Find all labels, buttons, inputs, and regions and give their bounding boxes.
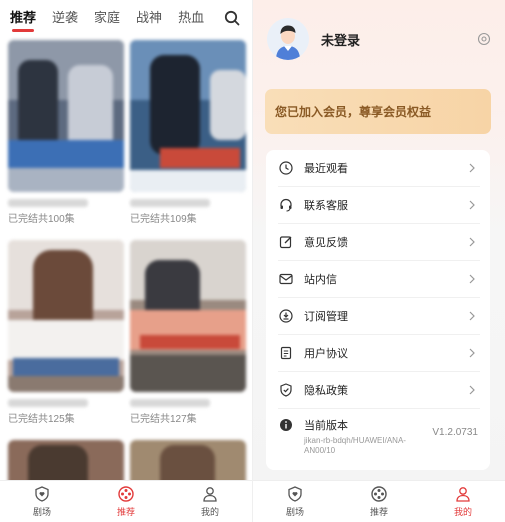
headset-icon bbox=[278, 197, 294, 213]
drama-title-blurred bbox=[8, 199, 88, 207]
drama-card[interactable]: 已完结共109集 bbox=[130, 40, 246, 225]
nav-theater[interactable]: 剧场 bbox=[253, 481, 337, 522]
document-icon bbox=[278, 345, 294, 361]
version-detail: jikan-rb-bdqh/HUAWEI/ANA-AN00/10 bbox=[304, 436, 406, 455]
subscribe-icon bbox=[278, 308, 294, 324]
home-screen: 推荐 逆袭 家庭 战神 热血 已完结共100集 已完结共109集 已完结共125… bbox=[0, 0, 252, 522]
nav-mine-label: 我的 bbox=[453, 507, 472, 517]
nav-recommend[interactable]: 推荐 bbox=[84, 481, 168, 522]
version-label: 当前版本 bbox=[304, 420, 348, 432]
menu-privacy-policy[interactable]: 隐私政策 bbox=[278, 372, 480, 409]
drama-card[interactable]: 已完结共127集 bbox=[130, 240, 246, 425]
drama-card[interactable]: 已完结共100集 bbox=[8, 40, 124, 225]
drama-thumbnail bbox=[130, 240, 246, 392]
tab-counterattack[interactable]: 逆袭 bbox=[52, 0, 78, 36]
category-tabs: 推荐 逆袭 家庭 战神 热血 bbox=[0, 0, 252, 36]
tab-war-god[interactable]: 战神 bbox=[136, 0, 162, 36]
clock-icon bbox=[278, 160, 294, 176]
avatar[interactable] bbox=[267, 18, 309, 60]
tab-family[interactable]: 家庭 bbox=[94, 0, 120, 36]
menu-inbox[interactable]: 站内信 bbox=[278, 261, 480, 298]
member-banner[interactable]: 您已加入会员，尊享会员权益 bbox=[265, 89, 491, 134]
menu-label: 意见反馈 bbox=[304, 237, 348, 249]
nav-recommend-label: 推荐 bbox=[369, 507, 388, 517]
nav-mine-label: 我的 bbox=[200, 507, 219, 517]
shield-heart-icon bbox=[288, 486, 302, 502]
mail-icon bbox=[278, 271, 294, 287]
nav-recommend-label: 推荐 bbox=[116, 507, 135, 517]
nav-theater[interactable]: 剧场 bbox=[0, 481, 84, 522]
info-icon bbox=[278, 417, 294, 433]
shield-heart-icon bbox=[35, 486, 49, 502]
profile-header[interactable]: 未登录 bbox=[267, 18, 360, 60]
default-avatar-icon bbox=[267, 18, 309, 60]
drama-title-blurred bbox=[130, 199, 210, 207]
bottom-nav: 剧场 推荐 我的 bbox=[0, 480, 252, 522]
menu-current-version[interactable]: 当前版本 jikan-rb-bdqh/HUAWEI/ANA-AN00/10 V1… bbox=[278, 409, 480, 459]
nav-theater-label: 剧场 bbox=[32, 507, 51, 517]
menu-label: 用户协议 bbox=[304, 348, 348, 360]
menu-subscription[interactable]: 订阅管理 bbox=[278, 298, 480, 335]
chevron-right-icon bbox=[469, 274, 475, 284]
chevron-right-icon bbox=[469, 348, 475, 358]
episode-count: 已完结共100集 bbox=[8, 214, 75, 225]
chevron-right-icon bbox=[469, 237, 475, 247]
username[interactable]: 未登录 bbox=[321, 30, 360, 49]
shield-check-icon bbox=[278, 382, 294, 398]
version-info: 当前版本 jikan-rb-bdqh/HUAWEI/ANA-AN00/10 bbox=[304, 417, 414, 456]
version-number: V1.2.0731 bbox=[432, 427, 478, 438]
nav-mine[interactable]: 我的 bbox=[168, 481, 252, 522]
drama-card[interactable]: 已完结共125集 bbox=[8, 240, 124, 425]
member-banner-text: 您已加入会员，尊享会员权益 bbox=[275, 105, 432, 119]
user-icon bbox=[456, 487, 470, 502]
chevron-right-icon bbox=[469, 385, 475, 395]
menu-recent-watch[interactable]: 最近观看 bbox=[278, 150, 480, 187]
tab-hot-blood[interactable]: 热血 bbox=[178, 0, 204, 36]
film-reel-icon bbox=[371, 486, 387, 502]
search-icon[interactable] bbox=[224, 10, 240, 26]
film-reel-icon bbox=[118, 486, 134, 502]
profile-screen: 未登录 您已加入会员，尊享会员权益 最近观看 联系客服 意见反馈 站内信 订阅管… bbox=[253, 0, 505, 522]
chevron-right-icon bbox=[469, 311, 475, 321]
settings-icon[interactable] bbox=[477, 32, 491, 46]
menu-label: 订阅管理 bbox=[304, 311, 348, 323]
drama-thumbnail bbox=[8, 240, 124, 392]
edit-icon bbox=[278, 234, 294, 250]
menu-label: 最近观看 bbox=[304, 163, 348, 175]
drama-title-blurred bbox=[130, 399, 210, 407]
chevron-right-icon bbox=[469, 163, 475, 173]
user-icon bbox=[203, 487, 217, 502]
drama-thumbnail bbox=[8, 40, 124, 192]
menu-feedback[interactable]: 意见反馈 bbox=[278, 224, 480, 261]
nav-theater-label: 剧场 bbox=[285, 507, 304, 517]
menu-customer-service[interactable]: 联系客服 bbox=[278, 187, 480, 224]
menu-label: 站内信 bbox=[304, 274, 337, 286]
drama-title-blurred bbox=[8, 399, 88, 407]
nav-recommend[interactable]: 推荐 bbox=[337, 481, 421, 522]
menu-label: 隐私政策 bbox=[304, 385, 348, 397]
settings-menu: 最近观看 联系客服 意见反馈 站内信 订阅管理 用户协议 隐私政策 当前版本 j… bbox=[266, 150, 490, 470]
menu-user-agreement[interactable]: 用户协议 bbox=[278, 335, 480, 372]
drama-thumbnail bbox=[130, 40, 246, 192]
tab-recommend[interactable]: 推荐 bbox=[10, 0, 36, 36]
episode-count: 已完结共127集 bbox=[130, 414, 197, 425]
episode-count: 已完结共109集 bbox=[130, 214, 197, 225]
bottom-nav: 剧场 推荐 我的 bbox=[253, 480, 505, 522]
chevron-right-icon bbox=[469, 200, 475, 210]
menu-label: 联系客服 bbox=[304, 200, 348, 212]
nav-mine[interactable]: 我的 bbox=[421, 481, 505, 522]
episode-count: 已完结共125集 bbox=[8, 414, 75, 425]
